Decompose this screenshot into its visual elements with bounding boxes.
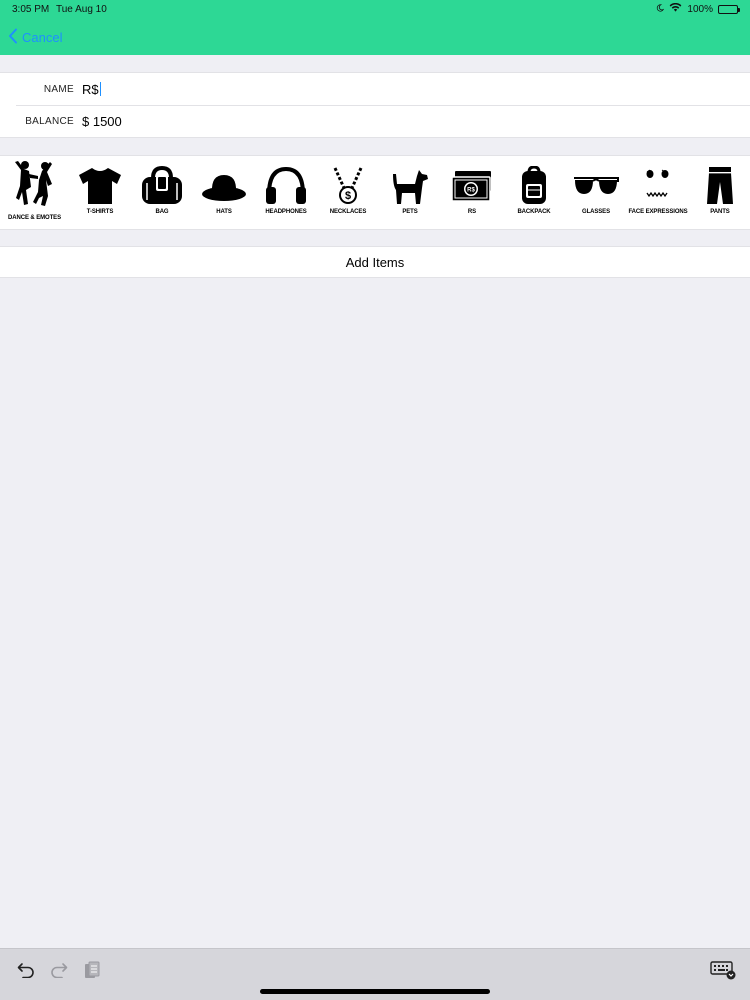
category-label: GLASSES (582, 209, 610, 215)
category-label: BAG (155, 209, 169, 215)
category-label: BACKPACK (517, 209, 551, 215)
svg-text:R$: R$ (467, 188, 475, 194)
category-headphones[interactable]: HEADPHONES (255, 156, 317, 229)
add-items-label: Add Items (345, 254, 405, 270)
category-label: T-SHIRTS (86, 209, 114, 215)
redo-icon (51, 963, 68, 978)
category-pants[interactable]: PANTS (689, 156, 750, 229)
name-label: NAME (43, 83, 74, 95)
balance-input[interactable]: $ 1500 (82, 114, 122, 129)
headphones-icon (266, 166, 306, 204)
redo-button[interactable] (46, 957, 72, 983)
clipboard-icon (85, 961, 100, 978)
category-label: DANCE & EMOTES (8, 215, 61, 221)
category-label: PANTS (710, 209, 730, 215)
category-label: FACE EXPRESSIONS (628, 209, 688, 215)
category-backpack[interactable]: BACKPACK (503, 156, 565, 229)
keyboard-shortcut-bar (0, 948, 750, 1000)
paste-button[interactable] (79, 957, 105, 983)
battery-icon (718, 4, 740, 14)
category-strip: DANCE & EMOTES T-SHIRTS BAG HATS HEADPHO… (0, 155, 750, 230)
category-face-expressions[interactable]: FACE EXPRESSIONS (627, 156, 689, 229)
balance-label: BALANCE (25, 115, 74, 127)
category-hats[interactable]: HATS (193, 156, 255, 229)
undo-button[interactable] (13, 957, 39, 983)
dance-icon (14, 161, 52, 206)
category-label: HATS (216, 209, 232, 215)
category-label: RS (467, 209, 477, 215)
name-row: NAME R$ (0, 73, 750, 105)
category-bag[interactable]: BAG (131, 156, 193, 229)
name-input[interactable]: R$ (82, 82, 101, 97)
status-indicators: 100% (656, 2, 740, 15)
category-rs[interactable]: R$ RS (441, 156, 503, 229)
text-cursor (99, 82, 101, 96)
home-indicator (260, 989, 490, 994)
category-label: HEADPHONES (265, 209, 307, 215)
name-value: R$ (82, 81, 99, 97)
status-bar: 3:05 PM Tue Aug 10 100% (0, 0, 750, 18)
undo-icon (17, 963, 34, 978)
pants-icon (707, 167, 733, 204)
add-items-button[interactable]: Add Items (0, 246, 750, 278)
category-necklaces[interactable]: $ NECKLACES (317, 156, 379, 229)
hat-icon (202, 175, 246, 201)
category-pets[interactable]: PETS (379, 156, 441, 229)
category-t-shirts[interactable]: T-SHIRTS (69, 156, 131, 229)
category-label: NECKLACES (329, 209, 367, 215)
keyboard-dismiss-button[interactable] (710, 957, 736, 983)
moon-icon (656, 3, 665, 15)
backpack-icon (522, 166, 546, 204)
status-date: Tue Aug 10 (56, 4, 107, 15)
face-icon (646, 169, 669, 198)
balance-row: BALANCE $ 1500 (0, 105, 750, 137)
wifi-icon (669, 2, 682, 15)
keyboard-icon (710, 961, 736, 980)
battery-percent: 100% (687, 3, 713, 15)
bag-icon (142, 166, 182, 204)
pet-icon (393, 170, 428, 204)
svg-text:$: $ (345, 190, 351, 202)
money-icon: R$ (451, 171, 491, 202)
necklace-icon: $ (333, 167, 363, 204)
item-form: NAME R$ BALANCE $ 1500 (0, 72, 750, 138)
tshirt-icon (79, 168, 121, 204)
cancel-label: Cancel (22, 29, 63, 45)
category-label: PETS (402, 209, 418, 215)
chevron-left-icon (8, 28, 18, 47)
status-time: 3:05 PM (12, 4, 50, 15)
sunglasses-icon (574, 177, 619, 194)
category-glasses[interactable]: GLASSES (565, 156, 627, 229)
category-dance-emotes[interactable]: DANCE & EMOTES (0, 156, 69, 229)
cancel-button[interactable]: Cancel (8, 26, 62, 48)
navigation-header: 3:05 PM Tue Aug 10 100% Cancel (0, 0, 750, 55)
